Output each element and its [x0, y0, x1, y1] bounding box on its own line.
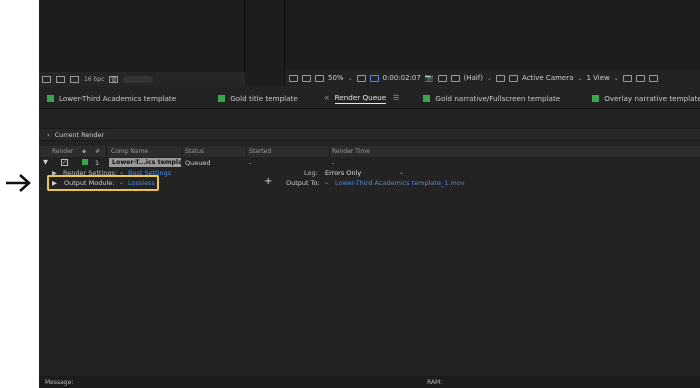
log-label: Log:: [304, 169, 318, 177]
chevron-down-icon[interactable]: ⌄: [324, 179, 329, 186]
thumbnail-slider[interactable]: [123, 75, 154, 83]
vr-goggles-icon[interactable]: [315, 74, 324, 82]
output-to-path[interactable]: Lower-Third Academics template_1.mov: [335, 179, 465, 187]
render-queue-status-bar: Message: RAM:: [39, 376, 700, 388]
label-tag-icon[interactable]: ⬥: [82, 148, 86, 156]
render-queue-item[interactable]: ▼ ✓ 1 Lower-T...ics template Queued - -: [39, 158, 700, 168]
label-color-swatch: [218, 94, 226, 102]
label-color-swatch[interactable]: [82, 159, 88, 165]
column-divider: [106, 146, 107, 157]
bit-depth-button[interactable]: 16 bpc: [84, 76, 104, 83]
viewer-toolbar: 50% ⌄ 0:00:02:07 📷 (Half) ⌄ Active Camer…: [285, 70, 700, 86]
timecode[interactable]: 0:00:02:07: [383, 74, 421, 82]
column-render-time[interactable]: Render Time: [332, 148, 370, 155]
tab-label: Gold title template: [230, 93, 298, 103]
new-folder-icon[interactable]: [56, 75, 65, 83]
camera-snapshot-icon[interactable]: 📷: [425, 74, 434, 82]
current-render-header[interactable]: › Current Render: [39, 128, 700, 141]
render-checkbox[interactable]: ✓: [61, 159, 68, 166]
zoom-select[interactable]: 50%: [328, 74, 344, 82]
after-effects-window: 16 bpc 🗑 50% ⌄ 0:00:02:07 📷 (Half) ⌄ Act…: [39, 0, 700, 388]
always-preview-icon[interactable]: [289, 74, 298, 82]
log-select[interactable]: Errors Only: [325, 169, 361, 177]
column-divider: [329, 146, 330, 157]
new-composition-icon[interactable]: [70, 75, 79, 83]
flowchart-icon[interactable]: [648, 74, 658, 82]
chevron-down-icon[interactable]: ⌄: [577, 75, 582, 82]
reset-exposure-icon[interactable]: [635, 74, 645, 82]
disclosure-triangle-icon[interactable]: ▼: [43, 158, 48, 166]
column-comp-name[interactable]: Comp Name: [111, 148, 148, 155]
column-render[interactable]: Render: [52, 148, 73, 155]
chevron-down-icon[interactable]: ⌄: [487, 75, 492, 82]
tab-gold-title[interactable]: Gold title template: [210, 88, 306, 108]
show-channel-icon[interactable]: [437, 74, 447, 82]
tab-lower-third[interactable]: Lower-Third Academics template: [39, 88, 184, 108]
item-number: 1: [95, 159, 100, 167]
chevron-down-icon[interactable]: ⌄: [614, 75, 619, 82]
label-color-swatch: [592, 94, 600, 102]
project-panel-toolbar: 16 bpc 🗑: [39, 72, 245, 86]
region-of-interest-icon[interactable]: [369, 74, 379, 82]
tab-label: Lower-Third Academics template: [59, 93, 177, 103]
interpret-footage-icon[interactable]: [42, 75, 51, 83]
annotation-arrow-icon: [3, 172, 33, 194]
trash-icon[interactable]: 🗑: [109, 75, 119, 83]
monitor-icon[interactable]: [302, 74, 311, 82]
column-started[interactable]: Started: [249, 148, 271, 155]
resolution-select[interactable]: (Half): [464, 74, 483, 82]
message-label: Message:: [45, 379, 74, 386]
project-panel: 16 bpc 🗑: [39, 0, 245, 86]
item-comp-name[interactable]: Lower-T...ics template: [109, 158, 181, 167]
view-layout-select[interactable]: 1 View: [586, 74, 609, 82]
item-status: Queued: [185, 159, 211, 167]
tab-label: Gold narrative/Fullscreen template: [435, 93, 561, 103]
chevron-down-icon[interactable]: ⌄: [348, 75, 353, 82]
tab-label: Render Queue: [334, 92, 387, 104]
output-module-highlight-box: [47, 175, 159, 191]
ram-label: RAM:: [427, 379, 443, 386]
label-color-swatch: [423, 94, 431, 102]
item-render-time: -: [332, 159, 335, 167]
effects-panel: [245, 0, 285, 86]
tab-divider: [39, 108, 700, 109]
grid-icon[interactable]: [356, 74, 366, 82]
add-output-module-icon[interactable]: +: [264, 176, 272, 187]
item-started: -: [249, 159, 252, 167]
tab-render-queue[interactable]: × Render Queue ☰: [316, 88, 408, 108]
toggle-pixel-aspect-icon[interactable]: [622, 74, 632, 82]
transparency-grid-icon[interactable]: [496, 74, 506, 82]
label-color-swatch: [47, 94, 54, 102]
timeline-tabs: Lower-Third Academics template Gold titl…: [39, 88, 700, 108]
fast-previews-icon[interactable]: [509, 74, 519, 82]
column-divider: [246, 146, 247, 157]
chevron-right-icon[interactable]: ›: [47, 131, 50, 139]
output-to-label: Output To:: [286, 179, 320, 187]
tab-label: Overlay narrative template: [604, 93, 700, 103]
column-number[interactable]: #: [95, 148, 100, 155]
color-icon[interactable]: [450, 74, 460, 82]
render-queue-column-headers: Render ⬥ # Comp Name Status Started Rend…: [39, 146, 700, 157]
chevron-down-icon[interactable]: ⌄: [399, 169, 404, 176]
tab-overlay-narrative[interactable]: Overlay narrative template: [584, 88, 700, 108]
composition-viewer: 50% ⌄ 0:00:02:07 📷 (Half) ⌄ Active Camer…: [285, 0, 700, 86]
column-divider: [182, 146, 183, 157]
camera-select[interactable]: Active Camera: [522, 74, 573, 82]
tab-gold-narrative[interactable]: Gold narrative/Fullscreen template: [415, 88, 568, 108]
close-icon[interactable]: ×: [324, 94, 330, 102]
hamburger-menu-icon[interactable]: ☰: [393, 94, 399, 102]
current-render-label: Current Render: [54, 130, 105, 139]
column-status[interactable]: Status: [185, 148, 204, 155]
